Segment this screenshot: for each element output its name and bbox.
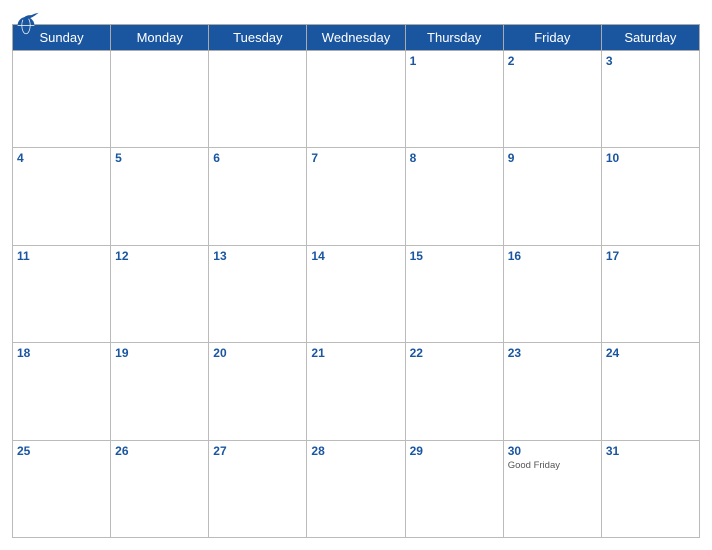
- day-number: 1: [410, 54, 499, 68]
- day-number: 4: [17, 151, 106, 165]
- day-number: 9: [508, 151, 597, 165]
- day-number: 18: [17, 346, 106, 360]
- calendar-day-cell: 27: [209, 440, 307, 537]
- calendar-day-cell: 30 Good Friday: [503, 440, 601, 537]
- weekday-header-friday: Friday: [503, 25, 601, 51]
- day-number: 2: [508, 54, 597, 68]
- calendar-week-row: 11 12 13 14 15 16 17: [13, 245, 700, 342]
- day-number: 12: [115, 249, 204, 263]
- day-number: 24: [606, 346, 695, 360]
- day-number: 30: [508, 444, 597, 458]
- calendar-day-cell: 22: [405, 343, 503, 440]
- day-number: 5: [115, 151, 204, 165]
- calendar-day-cell: [111, 51, 209, 148]
- day-number: 23: [508, 346, 597, 360]
- day-number: 16: [508, 249, 597, 263]
- calendar-day-cell: 1: [405, 51, 503, 148]
- weekday-header-tuesday: Tuesday: [209, 25, 307, 51]
- calendar-day-cell: 15: [405, 245, 503, 342]
- weekday-header-wednesday: Wednesday: [307, 25, 405, 51]
- weekday-header-saturday: Saturday: [601, 25, 699, 51]
- calendar-day-cell: 4: [13, 148, 111, 245]
- day-number: 31: [606, 444, 695, 458]
- calendar-day-cell: [307, 51, 405, 148]
- day-number: 8: [410, 151, 499, 165]
- calendar-day-cell: 8: [405, 148, 503, 245]
- calendar-day-cell: 25: [13, 440, 111, 537]
- weekday-header-monday: Monday: [111, 25, 209, 51]
- calendar-week-row: 123: [13, 51, 700, 148]
- day-number: 7: [311, 151, 400, 165]
- calendar-day-cell: 7: [307, 148, 405, 245]
- day-number: 29: [410, 444, 499, 458]
- calendar-week-row: 456789 10: [13, 148, 700, 245]
- day-number: 26: [115, 444, 204, 458]
- calendar-day-cell: 29: [405, 440, 503, 537]
- calendar-day-cell: 18: [13, 343, 111, 440]
- day-number: 17: [606, 249, 695, 263]
- day-number: 15: [410, 249, 499, 263]
- calendar-table: SundayMondayTuesdayWednesdayThursdayFrid…: [12, 24, 700, 538]
- day-number: 19: [115, 346, 204, 360]
- calendar-day-cell: 26: [111, 440, 209, 537]
- day-number: 11: [17, 249, 106, 263]
- day-number: 27: [213, 444, 302, 458]
- day-number: 13: [213, 249, 302, 263]
- calendar-week-row: 18 19 20 21 22 23 24: [13, 343, 700, 440]
- day-number: 28: [311, 444, 400, 458]
- calendar-day-cell: 17: [601, 245, 699, 342]
- calendar-day-cell: 6: [209, 148, 307, 245]
- calendar-day-cell: 23: [503, 343, 601, 440]
- calendar-day-cell: 2: [503, 51, 601, 148]
- day-number: 21: [311, 346, 400, 360]
- calendar-day-cell: 13: [209, 245, 307, 342]
- holiday-label: Good Friday: [508, 460, 597, 471]
- calendar-day-cell: 14: [307, 245, 405, 342]
- calendar-day-cell: 5: [111, 148, 209, 245]
- calendar-day-cell: 3: [601, 51, 699, 148]
- calendar-day-cell: 28: [307, 440, 405, 537]
- weekday-header-thursday: Thursday: [405, 25, 503, 51]
- calendar-day-cell: 24: [601, 343, 699, 440]
- day-number: 22: [410, 346, 499, 360]
- day-number: 10: [606, 151, 695, 165]
- day-number: 6: [213, 151, 302, 165]
- calendar-day-cell: 9: [503, 148, 601, 245]
- calendar-day-cell: 20: [209, 343, 307, 440]
- calendar-day-cell: 31: [601, 440, 699, 537]
- calendar-day-cell: 12: [111, 245, 209, 342]
- calendar-day-cell: 21: [307, 343, 405, 440]
- weekday-header-row: SundayMondayTuesdayWednesdayThursdayFrid…: [13, 25, 700, 51]
- calendar-header: [12, 10, 700, 24]
- day-number: 25: [17, 444, 106, 458]
- day-number: 20: [213, 346, 302, 360]
- calendar-day-cell: 19: [111, 343, 209, 440]
- calendar-container: SundayMondayTuesdayWednesdayThursdayFrid…: [0, 0, 712, 550]
- calendar-day-cell: [13, 51, 111, 148]
- calendar-day-cell: 11: [13, 245, 111, 342]
- logo-area: [12, 10, 44, 38]
- day-number: 14: [311, 249, 400, 263]
- calendar-day-cell: 10: [601, 148, 699, 245]
- calendar-day-cell: 16: [503, 245, 601, 342]
- calendar-week-row: 25 26 27 28 29 30 Good Friday 31: [13, 440, 700, 537]
- day-number: 3: [606, 54, 695, 68]
- logo-icon: [12, 10, 40, 38]
- calendar-day-cell: [209, 51, 307, 148]
